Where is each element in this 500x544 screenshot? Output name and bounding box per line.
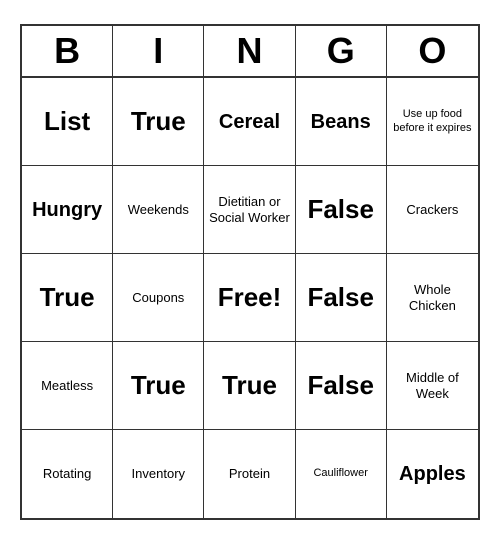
bingo-cell-9: Crackers (387, 166, 478, 254)
bingo-cell-18: False (296, 342, 387, 430)
header-b: B (22, 26, 113, 76)
bingo-cell-2: Cereal (204, 78, 295, 166)
bingo-cell-10: True (22, 254, 113, 342)
header-g: G (296, 26, 387, 76)
bingo-cell-15: Meatless (22, 342, 113, 430)
bingo-cell-7: Dietitian or Social Worker (204, 166, 295, 254)
bingo-cell-17: True (204, 342, 295, 430)
bingo-card: B I N G O ListTrueCerealBeansUse up food… (20, 24, 480, 520)
bingo-cell-23: Cauliflower (296, 430, 387, 518)
bingo-cell-13: False (296, 254, 387, 342)
header-n: N (204, 26, 295, 76)
bingo-header: B I N G O (22, 26, 478, 78)
bingo-cell-1: True (113, 78, 204, 166)
bingo-cell-11: Coupons (113, 254, 204, 342)
bingo-cell-16: True (113, 342, 204, 430)
bingo-cell-24: Apples (387, 430, 478, 518)
bingo-cell-8: False (296, 166, 387, 254)
bingo-cell-14: Whole Chicken (387, 254, 478, 342)
bingo-cell-4: Use up food before it expires (387, 78, 478, 166)
bingo-cell-6: Weekends (113, 166, 204, 254)
bingo-cell-0: List (22, 78, 113, 166)
bingo-cell-12: Free! (204, 254, 295, 342)
header-o: O (387, 26, 478, 76)
bingo-cell-21: Inventory (113, 430, 204, 518)
bingo-cell-22: Protein (204, 430, 295, 518)
bingo-cell-20: Rotating (22, 430, 113, 518)
header-i: I (113, 26, 204, 76)
bingo-cell-19: Middle of Week (387, 342, 478, 430)
bingo-cell-5: Hungry (22, 166, 113, 254)
bingo-cell-3: Beans (296, 78, 387, 166)
bingo-grid: ListTrueCerealBeansUse up food before it… (22, 78, 478, 518)
